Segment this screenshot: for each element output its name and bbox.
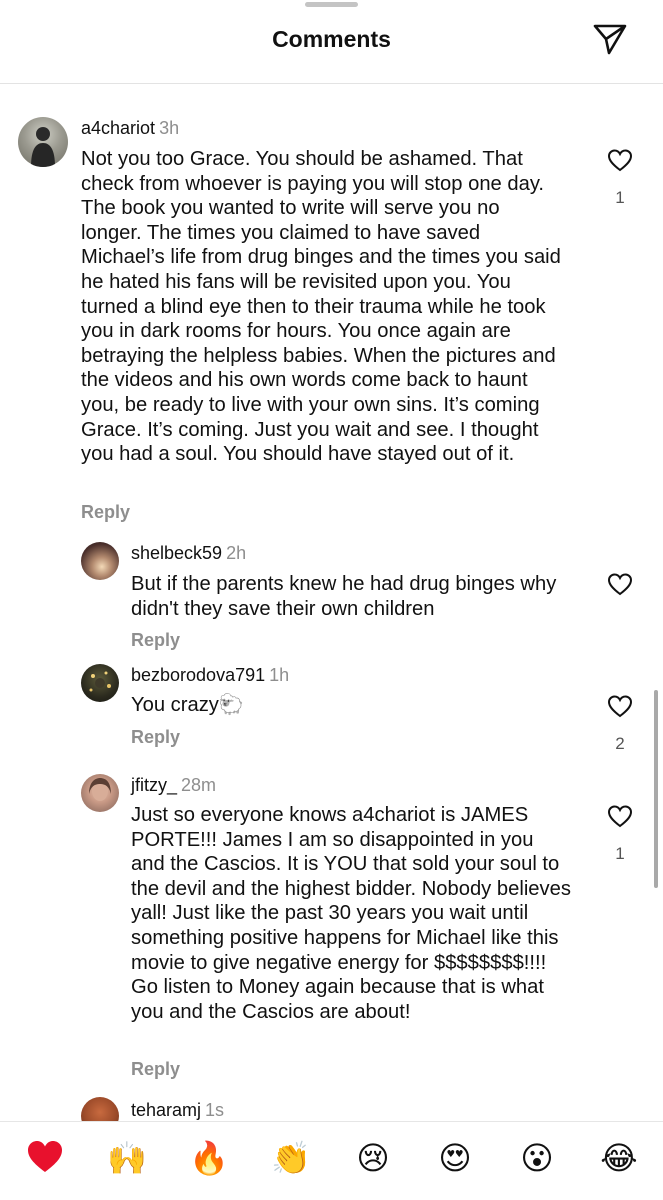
avatar-face-icon xyxy=(89,778,111,801)
comment-username[interactable]: jfitzy_ xyxy=(131,775,177,795)
like-count: 1 xyxy=(615,188,625,207)
reply-button[interactable]: Reply xyxy=(131,1059,180,1080)
clapping-hands-icon[interactable]: 👏 xyxy=(271,1138,311,1178)
crying-face-icon[interactable]: 😢 xyxy=(353,1138,393,1178)
comments-sheet: Comments a4chariot 3h Not you too Grace. … xyxy=(0,0,663,1200)
like-count: 2 xyxy=(615,734,625,753)
reply-button[interactable]: Reply xyxy=(81,502,130,523)
avatar[interactable] xyxy=(18,117,68,167)
raising-hands-icon[interactable]: 🙌 xyxy=(107,1138,147,1178)
emoji-reaction-bar: 🙌 🔥 👏 😢 😍 😮 😂 xyxy=(0,1121,663,1200)
sheet-grabber[interactable] xyxy=(305,2,358,7)
reply-button[interactable]: Reply xyxy=(131,727,180,748)
avatar[interactable] xyxy=(81,774,119,812)
comment-username[interactable]: shelbeck59 xyxy=(131,543,222,563)
comment-time: 3h xyxy=(159,118,180,138)
comment-time: 2h xyxy=(226,543,247,563)
comment-text: Just so everyone knows a4chariot is JAME… xyxy=(131,804,571,1023)
tears-of-joy-icon[interactable]: 😂 xyxy=(599,1138,639,1178)
comment-username[interactable]: a4chariot xyxy=(81,118,155,138)
comment-time: 28m xyxy=(181,775,217,795)
avatar[interactable] xyxy=(81,664,119,702)
scrollbar[interactable] xyxy=(654,690,658,888)
fire-icon[interactable]: 🔥 xyxy=(189,1138,229,1178)
surprised-face-icon[interactable]: 😮 xyxy=(517,1138,557,1178)
sheep-icon: 🐑 xyxy=(218,694,245,716)
red-heart-icon[interactable] xyxy=(25,1138,65,1178)
comments-header: Comments xyxy=(0,0,663,84)
heart-outline-icon[interactable] xyxy=(607,148,633,172)
comment-time: 1h xyxy=(269,665,290,685)
comment-text: Not you too Grace. You should be ashamed… xyxy=(81,148,561,466)
heart-outline-icon[interactable] xyxy=(607,572,633,596)
reply-button[interactable]: Reply xyxy=(131,630,180,651)
comment-time: 1s xyxy=(205,1100,225,1120)
comment-username[interactable]: bezborodova791 xyxy=(131,665,265,685)
comment-username[interactable]: teharamj xyxy=(131,1100,201,1120)
page-title: Comments xyxy=(272,26,391,52)
comment-text: You crazy🐑 xyxy=(131,693,571,718)
heart-eyes-icon[interactable]: 😍 xyxy=(435,1138,475,1178)
avatar[interactable] xyxy=(81,542,119,580)
heart-outline-icon[interactable] xyxy=(607,804,633,828)
paper-plane-icon[interactable] xyxy=(592,22,628,56)
like-count: 1 xyxy=(615,844,625,863)
comment-text-content: You crazy xyxy=(131,694,219,716)
person-silhouette-icon xyxy=(31,127,55,167)
red-heart-glyph xyxy=(28,1141,62,1172)
heart-outline-icon[interactable] xyxy=(607,694,633,718)
avatar-lights-icon xyxy=(89,671,111,692)
comment-text: But if the parents knew he had drug bing… xyxy=(131,573,557,620)
